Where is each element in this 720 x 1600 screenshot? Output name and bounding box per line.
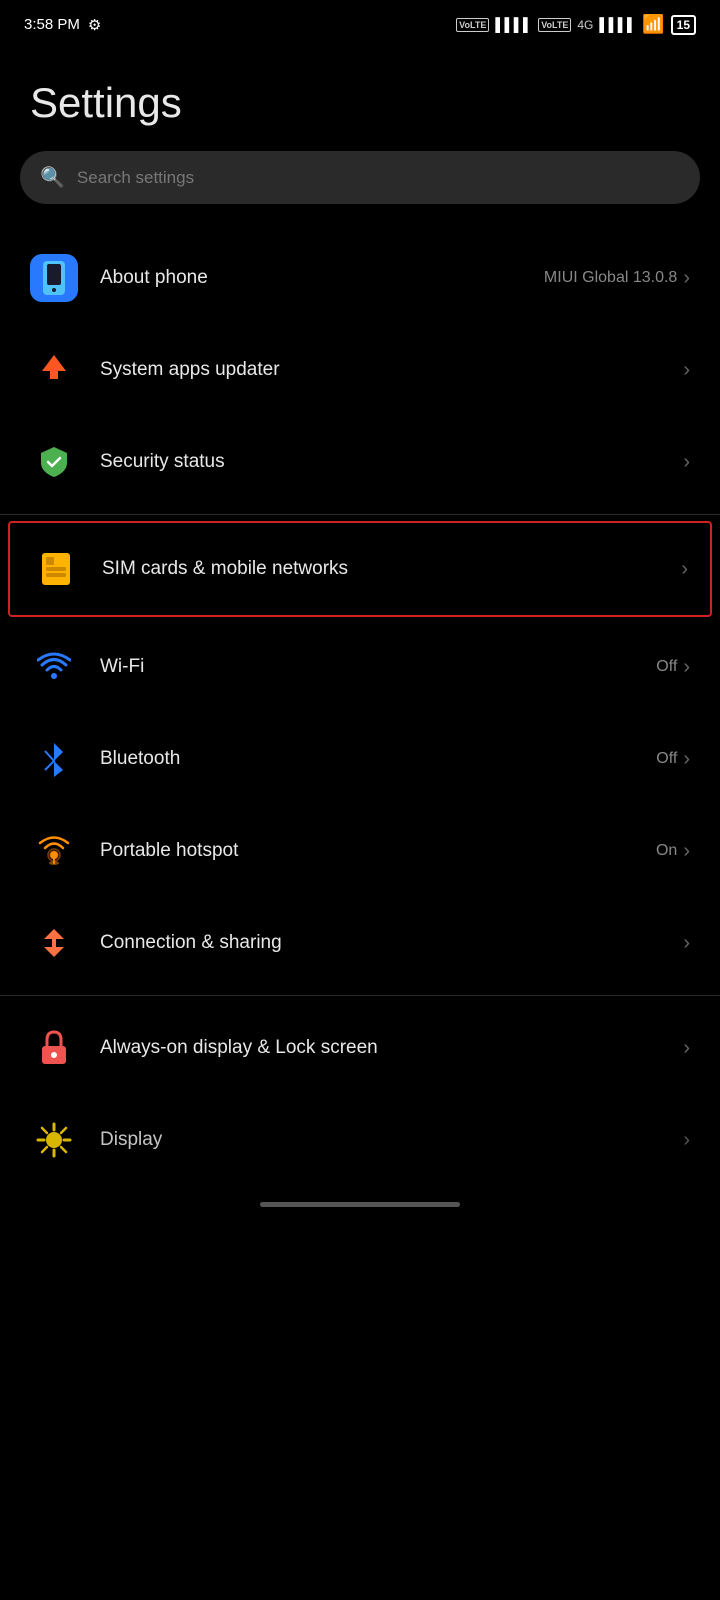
shield-icon <box>37 445 71 479</box>
connection-chevron: › <box>683 932 690 955</box>
display-chevron: › <box>683 1129 690 1152</box>
settings-item-always-on-display[interactable]: Always-on display & Lock screen › <box>0 1002 720 1094</box>
display-label: Display <box>100 1128 683 1153</box>
connection-icon-container <box>30 919 78 967</box>
system-apps-chevron: › <box>683 359 690 382</box>
security-status-text: Security status <box>100 450 683 475</box>
lock-icon <box>39 1030 69 1066</box>
connection-icon <box>36 925 72 961</box>
signal-2: ▌▌▌▌ <box>599 17 636 32</box>
status-left: 3:58 PM ⚙ <box>24 16 101 34</box>
wifi-icon-container <box>30 643 78 691</box>
about-phone-value: MIUI Global 13.0.8 <box>544 269 677 287</box>
search-placeholder: Search settings <box>77 168 194 188</box>
search-bar[interactable]: 🔍 Search settings <box>20 151 700 204</box>
hotspot-label: Portable hotspot <box>100 839 656 864</box>
gear-icon: ⚙ <box>88 16 101 34</box>
volte-badge-2: VoLTE <box>538 18 571 32</box>
bluetooth-icon-container <box>30 735 78 783</box>
time-display: 3:58 PM <box>24 16 80 33</box>
status-bar: 3:58 PM ⚙ VoLTE ▌▌▌▌ VoLTE 4G ▌▌▌▌ 📶 15 <box>0 0 720 43</box>
bluetooth-value: Off <box>656 750 677 768</box>
about-phone-icon <box>30 254 78 302</box>
about-phone-chevron: › <box>683 267 690 290</box>
about-phone-right: MIUI Global 13.0.8 › <box>544 267 690 290</box>
settings-item-bluetooth[interactable]: Bluetooth Off › <box>0 713 720 805</box>
sim-cards-label: SIM cards & mobile networks <box>102 557 681 582</box>
display-icon-container <box>30 1116 78 1164</box>
system-apps-icon-container <box>30 346 78 394</box>
sim-cards-right: › <box>681 558 688 581</box>
settings-item-sim-cards[interactable]: SIM cards & mobile networks › <box>8 521 712 617</box>
wifi-icon <box>37 652 71 682</box>
bluetooth-text: Bluetooth <box>100 747 656 772</box>
network-4g: 4G <box>577 18 593 32</box>
system-apps-right: › <box>683 359 690 382</box>
security-status-right: › <box>683 451 690 474</box>
wifi-chevron: › <box>683 656 690 679</box>
sim-icon <box>40 551 72 587</box>
system-apps-text: System apps updater <box>100 358 683 383</box>
hotspot-right: On › <box>656 840 690 863</box>
wifi-label: Wi-Fi <box>100 655 656 680</box>
bluetooth-chevron: › <box>683 748 690 771</box>
page-title: Settings <box>0 43 720 151</box>
bluetooth-icon <box>41 741 67 777</box>
bluetooth-right: Off › <box>656 748 690 771</box>
sim-cards-icon-container <box>32 545 80 593</box>
settings-item-portable-hotspot[interactable]: Portable hotspot On › <box>0 805 720 897</box>
settings-item-security-status[interactable]: Security status › <box>0 416 720 508</box>
sim-cards-text: SIM cards & mobile networks <box>102 557 681 582</box>
sim-cards-chevron: › <box>681 558 688 581</box>
display-text: Display <box>100 1128 683 1153</box>
hotspot-text: Portable hotspot <box>100 839 656 864</box>
settings-item-display[interactable]: Display › <box>0 1094 720 1186</box>
security-status-icon-container <box>30 438 78 486</box>
always-on-display-chevron: › <box>683 1037 690 1060</box>
wifi-right: Off › <box>656 656 690 679</box>
always-on-display-right: › <box>683 1037 690 1060</box>
connection-right: › <box>683 932 690 955</box>
wifi-signal-icon: 📶 <box>642 14 664 35</box>
always-on-display-label: Always-on display & Lock screen <box>100 1036 683 1061</box>
always-on-display-text: Always-on display & Lock screen <box>100 1036 683 1061</box>
divider-after-connection <box>0 995 720 996</box>
security-status-chevron: › <box>683 451 690 474</box>
arrow-up-icon <box>38 351 70 390</box>
hotspot-chevron: › <box>683 840 690 863</box>
divider-after-security <box>0 514 720 515</box>
bluetooth-label: Bluetooth <box>100 747 656 772</box>
connection-label: Connection & sharing <box>100 931 683 956</box>
battery-level: 15 <box>677 18 690 32</box>
settings-item-wifi[interactable]: Wi-Fi Off › <box>0 621 720 713</box>
nav-pill <box>260 1202 460 1207</box>
search-container: 🔍 Search settings <box>0 151 720 232</box>
display-icon <box>36 1122 72 1158</box>
settings-item-about-phone[interactable]: About phone MIUI Global 13.0.8 › <box>0 232 720 324</box>
wifi-text: Wi-Fi <box>100 655 656 680</box>
hotspot-icon <box>36 833 72 869</box>
hotspot-icon-container <box>30 827 78 875</box>
hotspot-value: On <box>656 842 677 860</box>
wifi-value: Off <box>656 658 677 676</box>
system-apps-label: System apps updater <box>100 358 683 383</box>
settings-item-connection-sharing[interactable]: Connection & sharing › <box>0 897 720 989</box>
settings-item-system-apps-updater[interactable]: System apps updater › <box>0 324 720 416</box>
volte-badge-1: VoLTE <box>456 18 489 32</box>
display-right: › <box>683 1129 690 1152</box>
battery-indicator: 15 <box>671 15 696 35</box>
about-phone-label: About phone <box>100 266 544 291</box>
lock-icon-container <box>30 1024 78 1072</box>
signal-1: ▌▌▌▌ <box>495 17 532 32</box>
bottom-nav-bar <box>0 1186 720 1223</box>
status-right: VoLTE ▌▌▌▌ VoLTE 4G ▌▌▌▌ 📶 15 <box>456 14 696 35</box>
about-phone-text: About phone <box>100 266 544 291</box>
search-icon: 🔍 <box>40 165 65 190</box>
security-status-label: Security status <box>100 450 683 475</box>
settings-list: About phone MIUI Global 13.0.8 › System … <box>0 232 720 1186</box>
connection-text: Connection & sharing <box>100 931 683 956</box>
